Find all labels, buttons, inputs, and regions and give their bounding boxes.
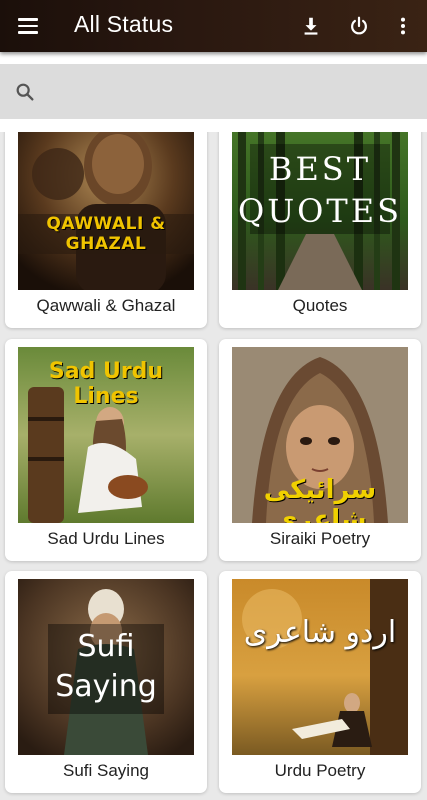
more-vert-icon[interactable]	[389, 12, 417, 40]
page-title: All Status	[74, 11, 174, 37]
category-label: Sad Urdu Lines	[47, 529, 165, 548]
search-bar-container	[0, 52, 427, 132]
category-label: Quotes	[292, 296, 348, 315]
category-label: Sufi Saying	[63, 761, 149, 780]
search-bar	[0, 64, 427, 119]
category-card-qawwali-ghazal[interactable]: QAWWALI & GHAZAL Qawwali & Ghazal	[5, 106, 207, 328]
category-label: Qawwali & Ghazal	[36, 296, 176, 315]
download-icon[interactable]	[297, 12, 325, 40]
sufi-saying-overlay-line1: Sufi	[77, 629, 135, 664]
quotes-overlay-line1: BEST	[268, 150, 372, 188]
category-label: Siraiki Poetry	[269, 529, 371, 548]
category-label: Urdu Poetry	[274, 761, 366, 780]
app-bar: All Status	[0, 0, 427, 52]
category-card-siraiki-poetry[interactable]: سرائیکی شاعری Siraiki Poetry	[219, 339, 421, 561]
category-card-sufi-saying[interactable]: Sufi Saying Sufi Saying	[5, 571, 207, 793]
qawwali-ghazal-overlay-text: QAWWALI & GHAZAL	[46, 214, 166, 254]
siraiki-poetry-thumbnail: سرائیکی شاعری	[232, 347, 408, 523]
sad-urdu-lines-thumbnail: Sad Urdu Lines	[18, 347, 194, 523]
qawwali-ghazal-thumbnail: QAWWALI & GHAZAL	[18, 114, 194, 290]
quotes-thumbnail: BEST QUOTES	[232, 114, 408, 290]
urdu-poetry-overlay-text: اردو شاعری	[243, 615, 397, 650]
sad-urdu-lines-overlay-text: Sad Urdu Lines	[48, 359, 164, 409]
category-card-sad-urdu-lines[interactable]: Sad Urdu Lines Sad Urdu Lines	[5, 339, 207, 561]
sufi-saying-overlay-line2: Saying	[55, 669, 157, 704]
category-card-quotes[interactable]: BEST QUOTES Quotes	[219, 106, 421, 328]
sufi-saying-thumbnail: Sufi Saying	[18, 579, 194, 755]
menu-icon[interactable]	[17, 14, 41, 38]
search-input[interactable]	[36, 64, 427, 119]
category-card-urdu-poetry[interactable]: اردو شاعری Urdu Poetry	[219, 571, 421, 793]
urdu-poetry-thumbnail: اردو شاعری	[232, 579, 408, 755]
power-icon[interactable]	[345, 12, 373, 40]
search-icon	[16, 83, 34, 101]
siraiki-poetry-overlay-text: سرائیکی شاعری	[263, 475, 377, 523]
quotes-overlay-line2: QUOTES	[237, 192, 403, 230]
